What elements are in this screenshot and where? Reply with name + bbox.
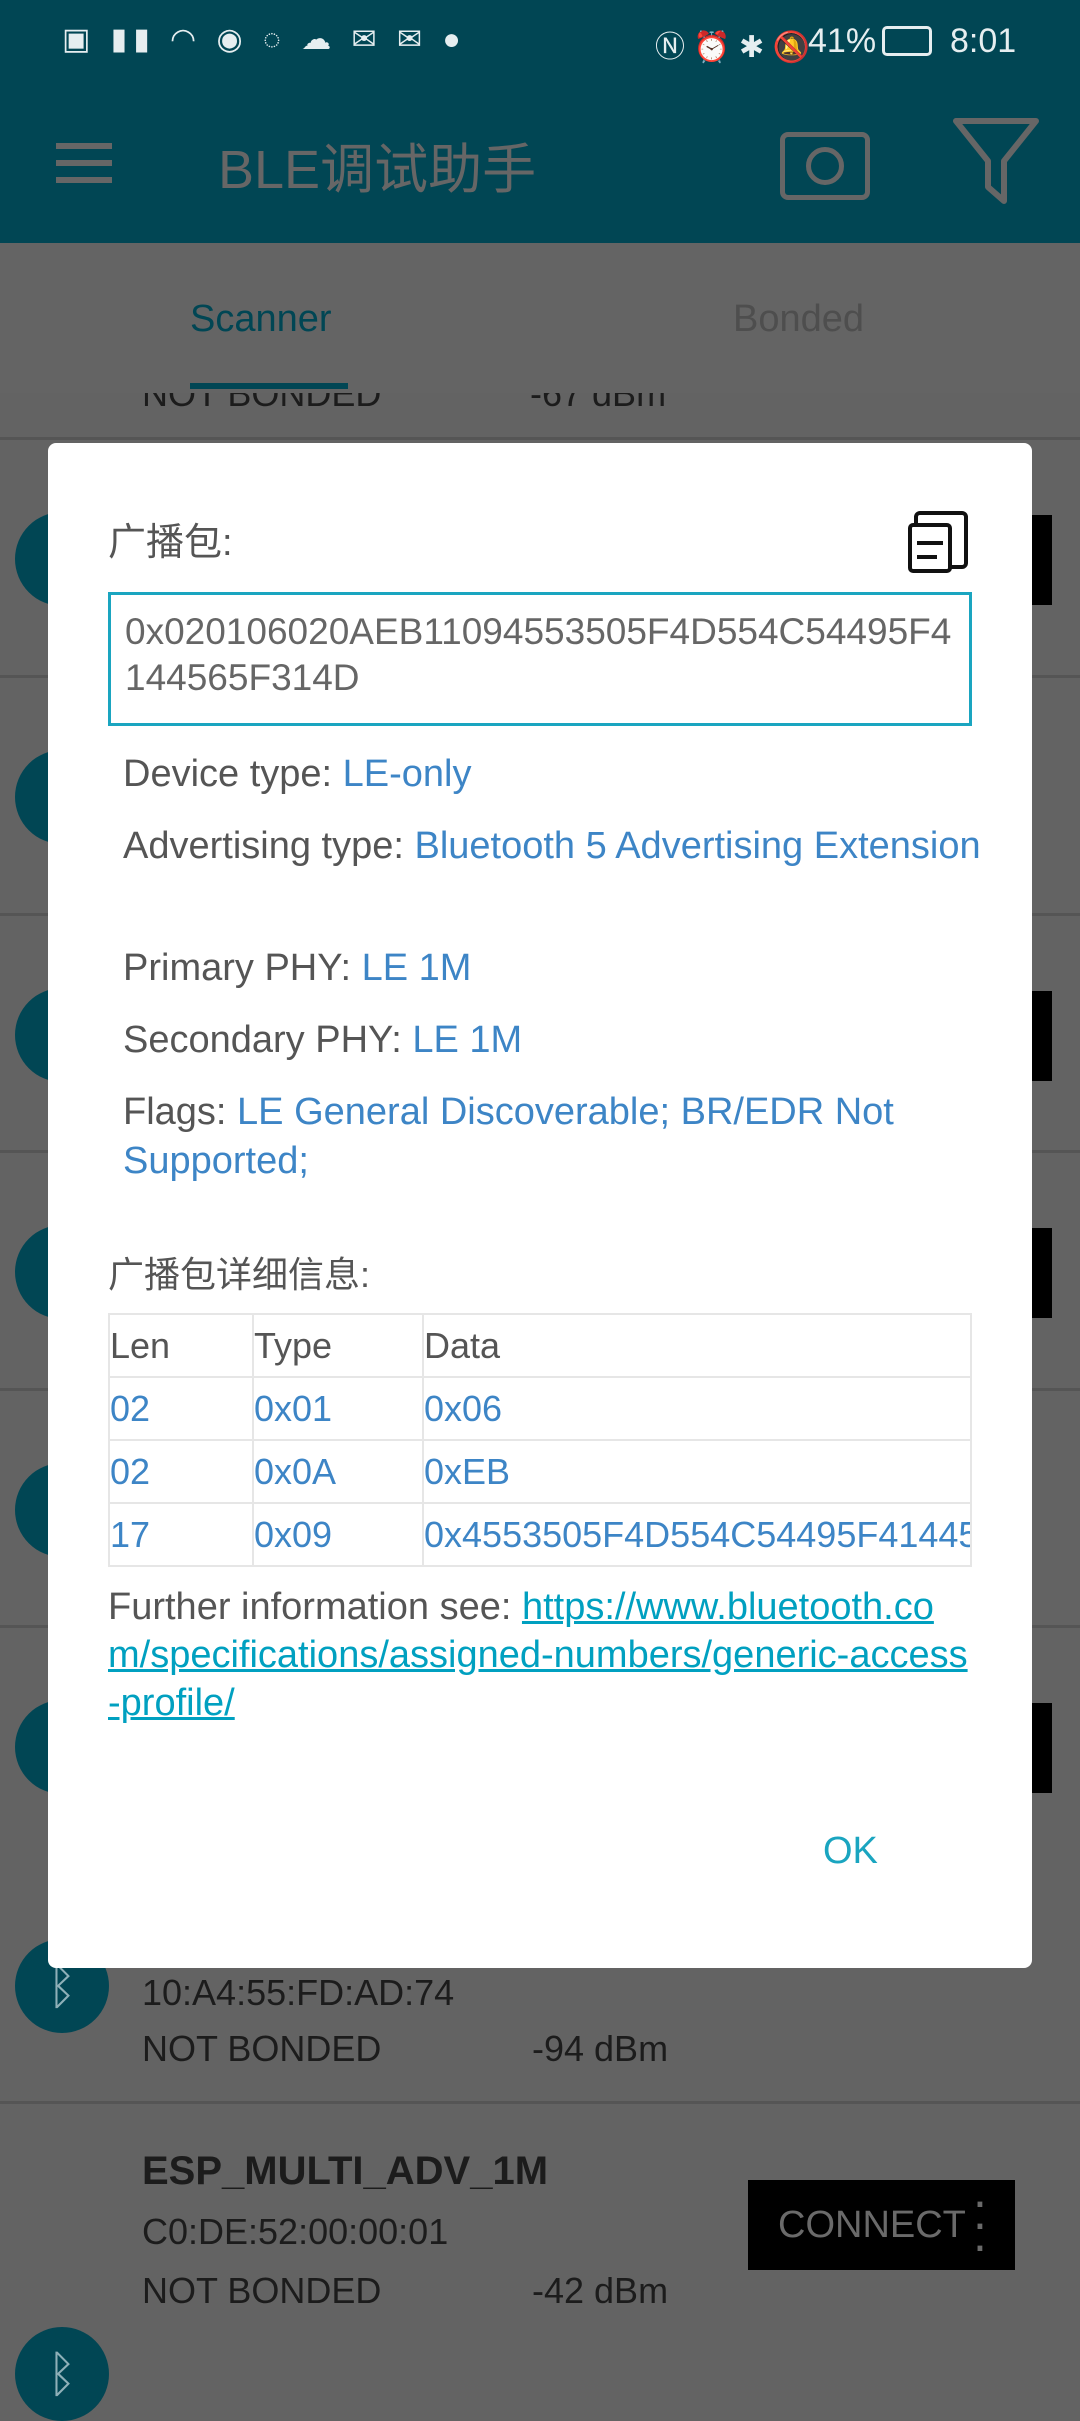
- field-value: LE 1M: [412, 1019, 523, 1061]
- tab-bar: Scanner Bonded: [0, 243, 1080, 393]
- connect-button[interactable]: [1032, 515, 1052, 605]
- app-bar: BLE调试助手: [0, 95, 1080, 243]
- connect-button[interactable]: [1032, 991, 1052, 1081]
- further-info: Further information see: https://www.blu…: [108, 1583, 972, 1727]
- more-icon[interactable]: · · ·: [970, 2176, 990, 2270]
- connect-button[interactable]: [1032, 1228, 1052, 1318]
- device-mac: C0:DE:52:00:00:01: [142, 2211, 449, 2252]
- device-type-line: Device type: LE-only: [123, 750, 1003, 799]
- ad-structure-table: Len Type Data 02 0x01 0x06 02 0x0A 0xEB 17 0x09…: [108, 1313, 972, 1567]
- cell-len: 02: [108, 1439, 254, 1504]
- field-value: LE 1M: [361, 947, 472, 989]
- table-row: 02 0x0A 0xEB: [108, 1439, 972, 1504]
- status-bar: ▣ ▮▮ ◠ ◉ ◌ ☁ ✉ ✉ ● Ⓝ ⏰ ✱ 🔕 41% 8:01: [0, 0, 1080, 95]
- cell-type: 0x09: [252, 1502, 424, 1567]
- rssi: -42 dBm: [532, 2270, 669, 2311]
- field-value: LE General Discoverable; BR/EDR Not Supp…: [123, 1091, 894, 1182]
- device-name: ESP_MULTI_ADV_1M: [142, 2149, 549, 2193]
- field-label: Primary PHY:: [123, 947, 362, 989]
- bluetooth-icon: ᛒ: [15, 2327, 109, 2421]
- advertising-data-dialog: 广播包: 0x020106020AEB11094553505F4D554C544…: [48, 443, 1032, 1968]
- list-item-partial: NOT BONDED -67 dBm: [0, 393, 1080, 437]
- bond-state: NOT BONDED: [142, 393, 382, 414]
- connect-button[interactable]: CONNECT · · ·: [748, 2176, 1015, 2270]
- table-row: 02 0x01 0x06: [108, 1376, 972, 1441]
- menu-icon[interactable]: [56, 143, 112, 183]
- cell-type: 0x0A: [252, 1439, 424, 1504]
- filter-icon[interactable]: [952, 117, 1040, 205]
- table-row: 170x090x4553505F4D554C54495F4144565F314D: [108, 1502, 972, 1567]
- flags-line: Flags: LE General Discoverable; BR/EDR N…: [123, 1088, 1003, 1186]
- field-label: Secondary PHY:: [123, 1019, 413, 1061]
- raw-data-field[interactable]: 0x020106020AEB11094553505F4D554C54495F41…: [108, 592, 972, 726]
- further-info-label: Further information see:: [108, 1586, 522, 1628]
- cell-data: 0x06: [422, 1376, 972, 1441]
- field-label: Flags:: [123, 1091, 238, 1133]
- app-title: BLE调试助手: [218, 140, 537, 200]
- cell-data: 0xEB: [422, 1439, 972, 1504]
- header-type: Type: [252, 1313, 424, 1378]
- clock: 8:01: [950, 22, 1017, 60]
- header-len: Len: [108, 1313, 254, 1378]
- secondary-phy-line: Secondary PHY: LE 1M: [123, 1016, 1003, 1065]
- rssi: -67 dBm: [530, 393, 667, 414]
- tab-bonded[interactable]: Bonded: [733, 298, 864, 341]
- rssi: -94 dBm: [532, 2028, 669, 2069]
- field-value: LE-only: [342, 753, 472, 795]
- bond-state: NOT BONDED: [142, 2028, 382, 2069]
- system-icons: Ⓝ ⏰ ✱ 🔕: [655, 31, 810, 64]
- field-label: Advertising type:: [123, 825, 415, 867]
- connect-label: CONNECT: [778, 2204, 966, 2246]
- cell-len: 17: [108, 1502, 254, 1567]
- cell-data: 0x4553505F4D554C54495F4144565F314D: [422, 1502, 972, 1567]
- battery-percent: 41%: [808, 22, 877, 60]
- bond-state: NOT BONDED: [142, 2270, 382, 2311]
- primary-phy-line: Primary PHY: LE 1M: [123, 944, 1003, 993]
- field-label: Device type:: [123, 753, 343, 795]
- table-header-row: Len Type Data: [108, 1313, 972, 1378]
- battery-icon: [882, 26, 932, 56]
- field-value: Bluetooth 5 Advertising Extension: [414, 825, 981, 867]
- ok-button[interactable]: OK: [823, 1830, 878, 1873]
- device-mac: 10:A4:55:FD:AD:74: [142, 1972, 455, 2013]
- list-item[interactable]: ᛒ ESP_MULTI_ADV_1M C0:DE:52:00:00:01 NOT…: [0, 2101, 1080, 2421]
- details-label: 广播包详细信息:: [108, 1254, 371, 1295]
- cell-type: 0x01: [252, 1376, 424, 1441]
- cell-len: 02: [108, 1376, 254, 1441]
- camera-icon[interactable]: [780, 132, 870, 200]
- tab-scanner[interactable]: Scanner: [190, 298, 332, 341]
- tab-indicator: [190, 383, 348, 389]
- header-data: Data: [422, 1313, 972, 1378]
- copy-icon[interactable]: [908, 511, 968, 573]
- advertising-type-line: Advertising type: Bluetooth 5 Advertisin…: [123, 822, 1003, 871]
- raw-data-label: 广播包:: [108, 522, 233, 564]
- notification-icons: ▣ ▮▮ ◠ ◉ ◌ ☁ ✉ ✉ ●: [62, 23, 467, 56]
